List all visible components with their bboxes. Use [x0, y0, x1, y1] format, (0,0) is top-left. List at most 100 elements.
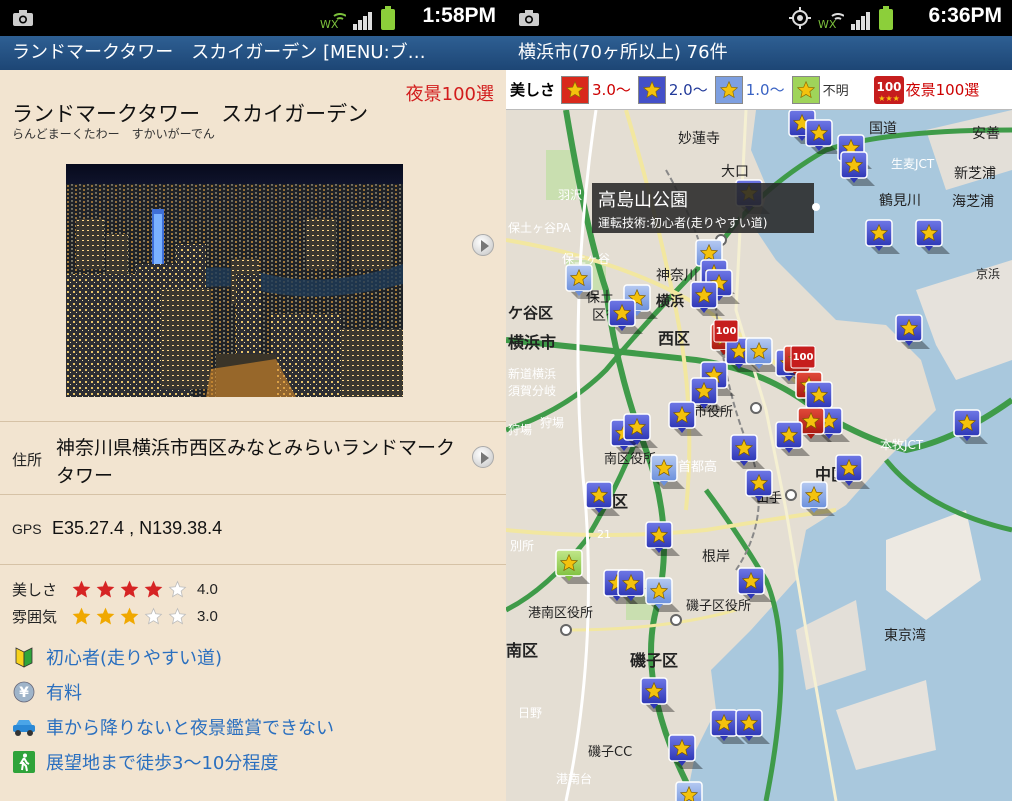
legend-value: 1.0〜: [745, 81, 785, 99]
map-label: 新道横浜: [508, 366, 556, 381]
feature-text: 有料: [46, 683, 82, 704]
night-view-100-badge: 夜景100選: [405, 84, 494, 105]
svg-text:100: 100: [793, 352, 814, 363]
signal-strength-icon: [353, 12, 372, 30]
map-label: 別所: [510, 539, 534, 553]
map-label: 根岸: [702, 549, 730, 565]
map-label: 大口: [721, 164, 749, 180]
star-filled-icon: [120, 580, 139, 598]
svg-text:★★★: ★★★: [878, 94, 900, 103]
address-label: 住所: [12, 451, 43, 469]
star-empty-icon: [168, 607, 187, 625]
night-100-map-badge[interactable]: 100: [790, 345, 816, 369]
rating-stars: [72, 607, 187, 626]
address-map-button[interactable]: [472, 446, 494, 468]
feature-fee: ¥ 有料: [12, 679, 82, 705]
star-blue-icon: [637, 75, 666, 104]
feature-text: 初心者(走りやすい道): [46, 648, 223, 669]
star-green-icon: [791, 75, 820, 104]
gps-label: GPS: [12, 521, 42, 537]
map-label: 海芝浦: [952, 194, 994, 210]
map-label: 国道: [869, 121, 897, 137]
star-lightblue-icon: [714, 75, 743, 104]
map-label: 保土ヶ谷PA: [508, 221, 571, 235]
map-label: 首都高: [678, 459, 717, 475]
camera-notification-icon: [519, 10, 539, 26]
popup-pin-icon: [812, 203, 820, 211]
rating-score: 3.0: [197, 608, 218, 625]
spot-name: ランドマークタワー スカイガーデン: [12, 102, 369, 126]
map-label: 磯子区: [630, 651, 678, 670]
walking-person-icon: [12, 750, 36, 774]
spot-photo[interactable]: [66, 164, 403, 397]
map-label: 鶴見川: [879, 192, 921, 209]
map-label: 狩場: [508, 422, 532, 437]
beginner-mark-icon: [12, 645, 36, 669]
feature-text: 車から降りないと夜景鑑賞できない: [46, 718, 334, 739]
feature-text: 展望地まで徒歩3〜10分程度: [46, 753, 279, 774]
night-view-100-legend: 100 ★★★ 夜景100選: [873, 75, 979, 104]
status-time: 1:58PM: [422, 4, 496, 27]
spot-info-popup[interactable]: 高島山公園 運転技術:初心者(走りやすい道): [592, 183, 820, 233]
wifi-icon: WX: [320, 13, 346, 30]
map-label: 生麦JCT: [891, 157, 935, 171]
badge-100-text: 100: [876, 80, 901, 94]
svg-text:WX: WX: [818, 18, 837, 30]
camera-notification-icon: [13, 10, 33, 26]
rating-stars: [72, 580, 187, 599]
map-label: 羽沢: [558, 188, 582, 202]
map-label: ケ谷区: [508, 304, 553, 322]
address-value[interactable]: 神奈川県横浜市西区みなとみらいランドマークタワー: [56, 434, 456, 490]
battery-icon: [381, 6, 395, 30]
map-label: 横浜市: [508, 333, 556, 352]
star-empty-icon: [144, 607, 163, 625]
map-screen: WX 6:36PM 横浜市(70ヶ所以上) 76件 美しさ 3.0〜 2.0〜 …: [506, 0, 1012, 801]
legend-value: 不明: [822, 84, 849, 99]
svg-text:¥: ¥: [19, 685, 29, 701]
rating-label: 雰囲気: [12, 608, 58, 626]
star-filled-icon: [144, 580, 163, 598]
map-label: 磯子区役所: [686, 599, 751, 614]
svg-text:100: 100: [716, 326, 737, 337]
feature-walking: 展望地まで徒歩3〜10分程度: [12, 749, 278, 775]
map-label: 妙蓮寺: [678, 131, 720, 147]
night-100-badge-icon: 100★★★: [873, 75, 904, 104]
map-label: 日野: [518, 706, 542, 720]
star-filled-icon: [96, 580, 115, 598]
map-label: 神奈川: [656, 268, 698, 284]
rating-label: 美しさ: [12, 581, 58, 599]
yen-icon: ¥: [12, 680, 36, 704]
map-label: 横浜: [656, 293, 684, 310]
gps-value: E35.27.4 , N139.38.4: [52, 518, 223, 538]
rating-score: 4.0: [197, 581, 218, 598]
legend-title: 美しさ: [510, 81, 556, 99]
spot-name-kana: らんどまーくたわー すかいがーでん: [12, 127, 215, 141]
wifi-icon: WX: [818, 13, 844, 30]
star-filled-icon: [72, 580, 91, 598]
signal-strength-icon: [851, 12, 870, 30]
svg-text:WX: WX: [320, 18, 339, 30]
title-bar: ランドマークタワー スカイガーデン [MENU:ブ…: [0, 36, 506, 70]
map-label: 港南台: [556, 771, 592, 786]
map-label: 狩場: [540, 415, 564, 430]
photo-next-button[interactable]: [472, 234, 494, 256]
rating-legend: 美しさ 3.0〜 2.0〜 1.0〜 不明 100 ★★★ 夜景100選: [506, 70, 1012, 110]
divider: [0, 494, 506, 495]
car-icon: [12, 715, 36, 739]
spot-detail-screen: WX 1:58PM ランドマークタワー スカイガーデン [MENU:ブ… 夜景1…: [0, 0, 506, 801]
divider: [0, 564, 506, 565]
status-time: 6:36PM: [928, 4, 1002, 27]
map-label: 西区: [658, 329, 690, 348]
map-label: 京浜: [976, 267, 1000, 281]
night-100-map-badge[interactable]: 100: [713, 319, 739, 343]
gps-icon: [789, 7, 811, 29]
map-label: 須賀分岐: [508, 384, 556, 398]
popup-title: 高島山公園: [598, 190, 688, 211]
feature-viewing: 車から降りないと夜景鑑賞できない: [12, 714, 334, 740]
popup-subtitle: 運転技術:初心者(走りやすい道): [598, 216, 768, 230]
map-label: 21: [597, 528, 611, 541]
map-label: 東京湾: [884, 627, 926, 644]
rating-beauty: 美しさ 4.0: [12, 579, 218, 600]
divider: [0, 421, 506, 422]
map-label: 保土ヶ谷: [562, 252, 610, 266]
